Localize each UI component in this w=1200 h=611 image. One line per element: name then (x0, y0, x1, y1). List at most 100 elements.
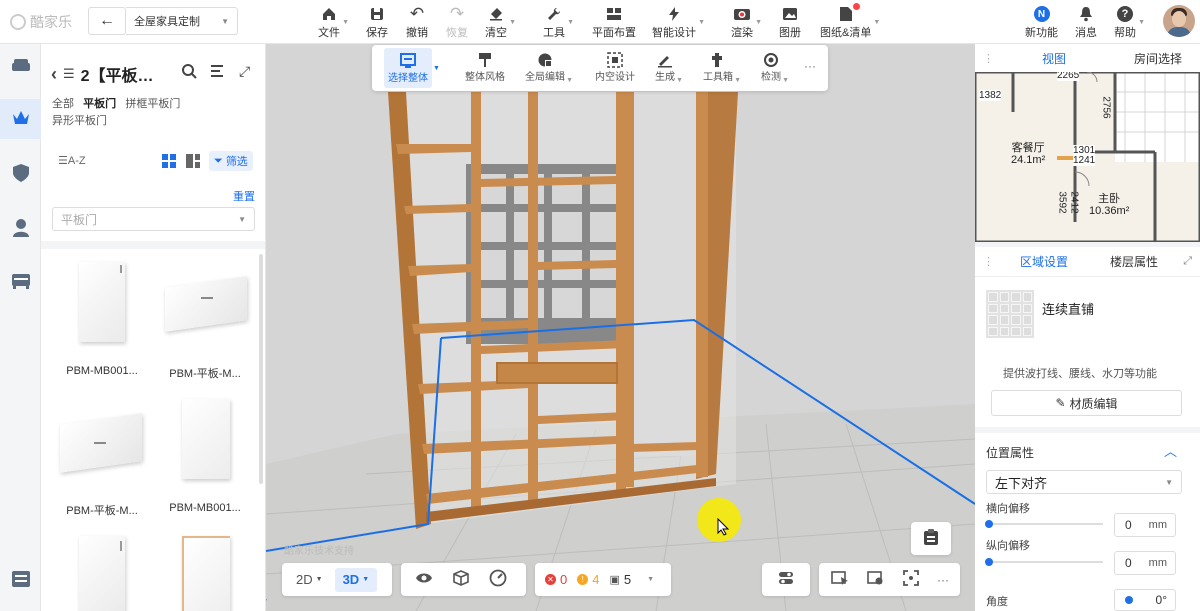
rail-item-badge[interactable] (0, 154, 41, 194)
module-select[interactable]: 全屋家具定制 ▼ (126, 7, 238, 35)
product-thumbnail (157, 257, 253, 357)
new-feature-button[interactable]: N 新功能 (1025, 4, 1058, 40)
category-tabs: 全部 平板门 拼框平板门 异形平板门 (52, 96, 252, 130)
tools-button[interactable]: 工具 ▼ (543, 4, 574, 40)
rail-item-custom[interactable] (0, 99, 41, 139)
rail-item-settings[interactable] (0, 560, 41, 600)
product-card[interactable]: PBM-MB001... (54, 257, 150, 377)
reset-link[interactable]: 重置 (233, 188, 255, 204)
album-button[interactable]: 图册 (779, 4, 801, 40)
chevron-left-icon[interactable]: ‹ (51, 64, 57, 85)
focus-icon[interactable] (903, 570, 919, 589)
expand-icon[interactable]: ⤢ (1183, 255, 1192, 268)
slider-knob[interactable] (985, 558, 993, 566)
toggle-panel-button[interactable] (762, 563, 810, 596)
global-edit-button[interactable]: 全局编辑 ▼ (525, 51, 573, 84)
eye-icon[interactable] (415, 571, 433, 588)
v-offset-slider[interactable] (985, 558, 1103, 566)
dropdown-caret-icon: ▼ (873, 19, 881, 26)
filter-button[interactable]: ⏷ 筛选 (209, 151, 253, 171)
rail-item-user[interactable] (0, 209, 41, 249)
camera-settings-icon[interactable] (867, 570, 885, 589)
undo-button[interactable]: ↶ 撤销 (406, 4, 428, 40)
chevron-down-icon: ▼ (362, 576, 370, 583)
room-label[interactable]: 主卧 10.36m² (1089, 193, 1129, 217)
product-card[interactable]: PBM-MB001... (157, 394, 253, 514)
category-all[interactable]: 全部 (52, 98, 74, 110)
dropdown-caret-icon[interactable]: ▼ (433, 65, 440, 72)
tab-view[interactable]: 视图 (1042, 50, 1066, 67)
mode-2d-button[interactable]: 2D ▼ (288, 568, 331, 592)
dropdown-caret-icon: ▼ (567, 19, 574, 26)
panel-scrollbar[interactable] (259, 254, 263, 484)
detail-view-icon[interactable] (186, 154, 200, 168)
align-select[interactable]: 左下对齐 ▼ (986, 470, 1182, 494)
paving-pattern-icon[interactable] (986, 290, 1034, 338)
drawings-button[interactable]: 图纸&清单 ▼ (820, 3, 880, 40)
angle-input[interactable]: 0° (1114, 589, 1176, 611)
render-button[interactable]: 渲染 ▼ (731, 4, 762, 40)
smart-design-button[interactable]: 智能设计 ▼ (652, 4, 705, 40)
door-type-select[interactable]: 平板门 ▼ (52, 207, 255, 231)
clipboard-button[interactable] (911, 522, 951, 555)
material-edit-button[interactable]: ✎ 材质编辑 (991, 390, 1182, 416)
back-button[interactable]: ← (88, 7, 126, 35)
product-card[interactable]: PBM-平板-M... (54, 394, 150, 518)
v-offset-input[interactable]: 0 mm (1114, 551, 1176, 575)
help-button[interactable]: ? 帮助 ▼ (1114, 4, 1145, 40)
layout-button[interactable]: 平面布置 (592, 4, 636, 40)
tab-room-select[interactable]: 房间选择 (1134, 50, 1182, 67)
drag-handle-icon[interactable]: ⋮ (983, 52, 994, 65)
rail-item-cabinet[interactable] (0, 262, 41, 302)
category-shaped-door[interactable]: 异形平板门 (52, 115, 107, 127)
room-label[interactable]: 客餐厅 24.1m² (1011, 142, 1045, 166)
global-edit-label: 全局编辑 (525, 72, 565, 83)
generate-button[interactable]: 生成 ▼ (655, 51, 683, 84)
product-card[interactable] (157, 531, 253, 611)
clear-button[interactable]: 清空 ▼ (485, 4, 516, 40)
sort-button[interactable]: ☰A-Z (58, 154, 86, 167)
mode-3d-button[interactable]: 3D ▼ (334, 567, 378, 592)
messages-button[interactable]: 消息 (1075, 4, 1097, 40)
undo-icon: ↶ (409, 4, 425, 23)
slider-knob[interactable] (985, 520, 993, 528)
overall-style-button[interactable]: 整体风格 (465, 51, 505, 83)
frame-select-icon[interactable] (831, 570, 849, 589)
drag-handle-icon[interactable]: ⋮ (983, 255, 994, 268)
tab-area-settings[interactable]: 区域设置 (1020, 253, 1068, 270)
detect-button[interactable]: 检测 ▼ (761, 51, 789, 84)
chevron-up-icon[interactable]: ︿ (1164, 441, 1177, 460)
paving-description: 提供波打线、腰线、水刀等功能 (1003, 368, 1157, 380)
app-logo[interactable]: 酷家乐 (10, 12, 72, 32)
3d-viewport[interactable]: 酷家乐技术支持 (266, 44, 975, 611)
inner-space-button[interactable]: 内空设计 (595, 51, 635, 83)
cube-icon[interactable] (453, 570, 469, 589)
product-card[interactable] (54, 531, 150, 611)
avatar[interactable] (1163, 5, 1195, 37)
sort-list-icon[interactable] (211, 64, 226, 81)
save-button[interactable]: 保存 (366, 4, 388, 40)
more-button[interactable]: ··· (937, 573, 949, 587)
issue-counter[interactable]: ✕ 0 ! 4 ▣ 5 ▼ (535, 563, 671, 596)
chevron-down-icon: ▼ (647, 576, 655, 583)
floorplan-minimap[interactable]: 1382 2265 2756 1301 1241 3592 2412 客餐厅 2… (975, 72, 1200, 242)
category-frame-door[interactable]: 拼框平板门 (125, 98, 180, 110)
tab-floor-props[interactable]: 楼层属性 (1110, 253, 1158, 270)
inner-space-icon (607, 51, 623, 68)
select-all-button[interactable]: 选择整体 (384, 48, 432, 88)
messages-label: 消息 (1075, 27, 1097, 39)
rail-item-furniture[interactable] (0, 46, 41, 86)
dropdown-caret-icon: ▼ (734, 77, 741, 84)
h-offset-slider[interactable] (985, 520, 1103, 528)
search-icon[interactable] (181, 63, 197, 84)
file-button[interactable]: 文件 ▼ (318, 4, 349, 40)
category-flat-door[interactable]: 平板门 (83, 98, 116, 110)
product-card[interactable]: PBM-平板-M... (157, 257, 253, 381)
gauge-icon[interactable] (489, 569, 507, 590)
grid-view-icon[interactable] (162, 154, 176, 168)
expand-icon[interactable]: ⤢ (239, 63, 250, 80)
toolbox-button[interactable]: 工具箱 ▼ (703, 51, 741, 84)
h-offset-input[interactable]: 0 mm (1114, 513, 1176, 537)
redo-button[interactable]: ↷ 恢复 (446, 4, 468, 40)
more-button[interactable]: ··· (804, 59, 816, 73)
